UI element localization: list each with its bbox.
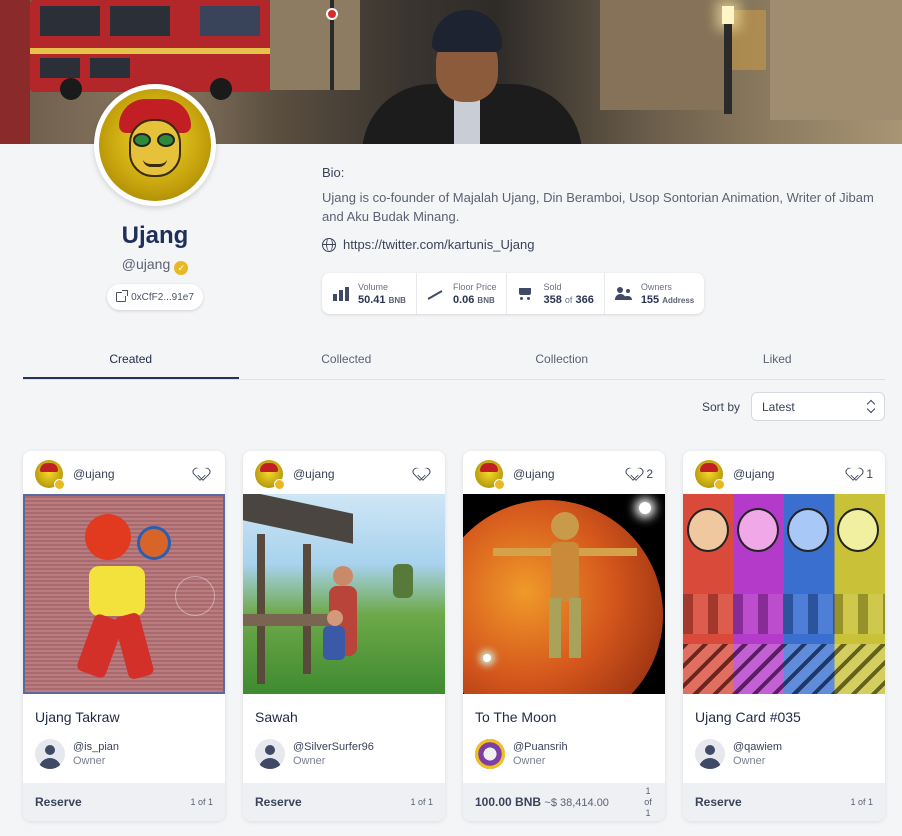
external-link-icon bbox=[116, 290, 129, 302]
stat-sold: Sold 358 of 366 bbox=[507, 273, 605, 314]
profile-handle-row: @ujang ✓ bbox=[0, 256, 310, 275]
nft-artwork[interactable] bbox=[23, 494, 225, 694]
stats-bar: Volume 50.41 BNB Floor Price 0.06 BNB So… bbox=[322, 273, 705, 314]
creator-avatar bbox=[255, 460, 285, 490]
trending-up-icon bbox=[427, 286, 445, 302]
nft-price-usd: ~$ 38,414.00 bbox=[544, 797, 609, 809]
stat-volume-value: 50.41 bbox=[358, 293, 386, 306]
like-count: 2 bbox=[646, 467, 653, 481]
stat-volume-unit: BNB bbox=[388, 295, 406, 305]
nft-card[interactable]: @ujang Sawah @SilverSurfer96 Owner Reser… bbox=[243, 451, 445, 821]
nft-title[interactable]: Ujang Takraw bbox=[35, 709, 120, 725]
globe-icon bbox=[322, 237, 336, 252]
owner-role: Owner bbox=[733, 755, 766, 767]
stat-volume: Volume 50.41 BNB bbox=[322, 273, 417, 314]
owner-avatar-icon bbox=[695, 739, 725, 769]
stat-owners: Owners 155 Address bbox=[605, 273, 704, 314]
bar-chart-icon bbox=[332, 286, 350, 302]
stat-sold-total: 366 bbox=[575, 293, 594, 306]
heart-icon bbox=[848, 468, 862, 480]
nft-artwork[interactable] bbox=[463, 494, 665, 694]
owner-avatar-icon bbox=[255, 739, 285, 769]
nft-artwork[interactable] bbox=[243, 494, 445, 694]
nft-price: Reserve bbox=[35, 795, 82, 809]
nft-price: 100.00 BNB bbox=[475, 795, 542, 809]
nft-card[interactable]: @ujang 2 To The Moon @Puansrih Owner 100… bbox=[463, 451, 665, 821]
sort-label: Sort by bbox=[702, 400, 741, 414]
creator-handle[interactable]: @ujang bbox=[293, 467, 415, 481]
creator-handle[interactable]: @ujang bbox=[73, 467, 195, 481]
owner-role: Owner bbox=[293, 755, 326, 767]
nft-title[interactable]: To The Moon bbox=[475, 709, 556, 725]
owner-handle[interactable]: @qawiem bbox=[733, 741, 782, 753]
nft-card[interactable]: @ujang Ujang Takraw @is_pian Owner Reser… bbox=[23, 451, 225, 821]
like-button[interactable] bbox=[415, 468, 433, 480]
owner-handle[interactable]: @SilverSurfer96 bbox=[293, 741, 374, 753]
bio-label: Bio: bbox=[322, 165, 345, 180]
chevron-updown-icon bbox=[867, 400, 875, 414]
verified-badge-icon: ✓ bbox=[174, 261, 189, 275]
heart-icon bbox=[195, 468, 209, 480]
nft-title[interactable]: Sawah bbox=[255, 709, 298, 725]
cart-icon bbox=[517, 286, 535, 302]
stat-volume-label: Volume bbox=[358, 281, 389, 292]
nft-edition: 1 of 1 bbox=[410, 797, 433, 807]
heart-icon bbox=[628, 468, 642, 480]
stat-owners-unit: Address bbox=[662, 295, 695, 305]
wallet-address: 0xCfF2...91e7 bbox=[131, 291, 194, 303]
stat-sold-count: 358 bbox=[543, 293, 562, 306]
like-button[interactable] bbox=[195, 468, 213, 480]
profile-name: Ujang bbox=[121, 222, 189, 249]
nft-card[interactable]: @ujang 1 Ujang Card #035 @qawiem Owner R… bbox=[683, 451, 885, 821]
owner-handle[interactable]: @Puansrih bbox=[513, 741, 568, 753]
stat-floor-label: Floor Price bbox=[452, 281, 497, 292]
profile-avatar bbox=[94, 84, 216, 206]
owner-avatar-icon bbox=[35, 739, 65, 769]
nft-price: Reserve bbox=[255, 795, 302, 809]
banner-person bbox=[362, 10, 582, 144]
owner-role: Owner bbox=[513, 755, 546, 767]
creator-avatar bbox=[475, 460, 505, 490]
nft-price: Reserve bbox=[695, 795, 742, 809]
stat-floor-unit: BNB bbox=[477, 295, 495, 305]
nft-edition: 1 of 1 bbox=[850, 797, 873, 807]
tab-liked[interactable]: Liked bbox=[670, 344, 886, 379]
stat-owners-value: 155 bbox=[640, 293, 660, 306]
profile-handle: @ujang bbox=[121, 256, 171, 272]
profile-tabs: Created Collected Collection Liked bbox=[23, 344, 885, 380]
stat-floor-price: Floor Price 0.06 BNB bbox=[417, 273, 508, 314]
like-button[interactable]: 1 bbox=[848, 467, 873, 481]
profile-link-text[interactable]: https://twitter.com/kartunis_Ujang bbox=[343, 237, 534, 252]
stat-sold-of: of bbox=[564, 294, 573, 305]
nft-edition: 1 of 1 bbox=[644, 785, 652, 818]
nft-artwork[interactable] bbox=[683, 494, 885, 694]
owner-role: Owner bbox=[73, 755, 106, 767]
stat-floor-value: 0.06 bbox=[452, 293, 475, 306]
stat-owners-label: Owners bbox=[640, 281, 672, 292]
creator-avatar bbox=[35, 460, 65, 490]
people-icon bbox=[614, 286, 633, 302]
creator-handle[interactable]: @ujang bbox=[513, 467, 628, 481]
bio-text: Ujang is co-founder of Majalah Ujang, Di… bbox=[322, 190, 874, 224]
creator-handle[interactable]: @ujang bbox=[733, 467, 848, 481]
stat-sold-label: Sold bbox=[543, 281, 562, 292]
sort-select[interactable]: Latest bbox=[751, 392, 885, 421]
nft-edition: 1 of 1 bbox=[190, 797, 213, 807]
nft-title[interactable]: Ujang Card #035 bbox=[695, 709, 801, 725]
tab-created[interactable]: Created bbox=[23, 344, 239, 379]
creator-avatar bbox=[695, 460, 725, 490]
sort-value: Latest bbox=[762, 400, 795, 414]
owner-handle[interactable]: @is_pian bbox=[73, 741, 119, 753]
wallet-address-button[interactable]: 0xCfF2...91e7 bbox=[107, 284, 203, 310]
like-count: 1 bbox=[866, 467, 873, 481]
owner-avatar bbox=[475, 739, 505, 769]
like-button[interactable]: 2 bbox=[628, 467, 653, 481]
profile-link[interactable]: https://twitter.com/kartunis_Ujang bbox=[322, 237, 534, 252]
heart-icon bbox=[415, 468, 429, 480]
tab-collected[interactable]: Collected bbox=[239, 344, 455, 379]
tab-collection[interactable]: Collection bbox=[454, 344, 670, 379]
